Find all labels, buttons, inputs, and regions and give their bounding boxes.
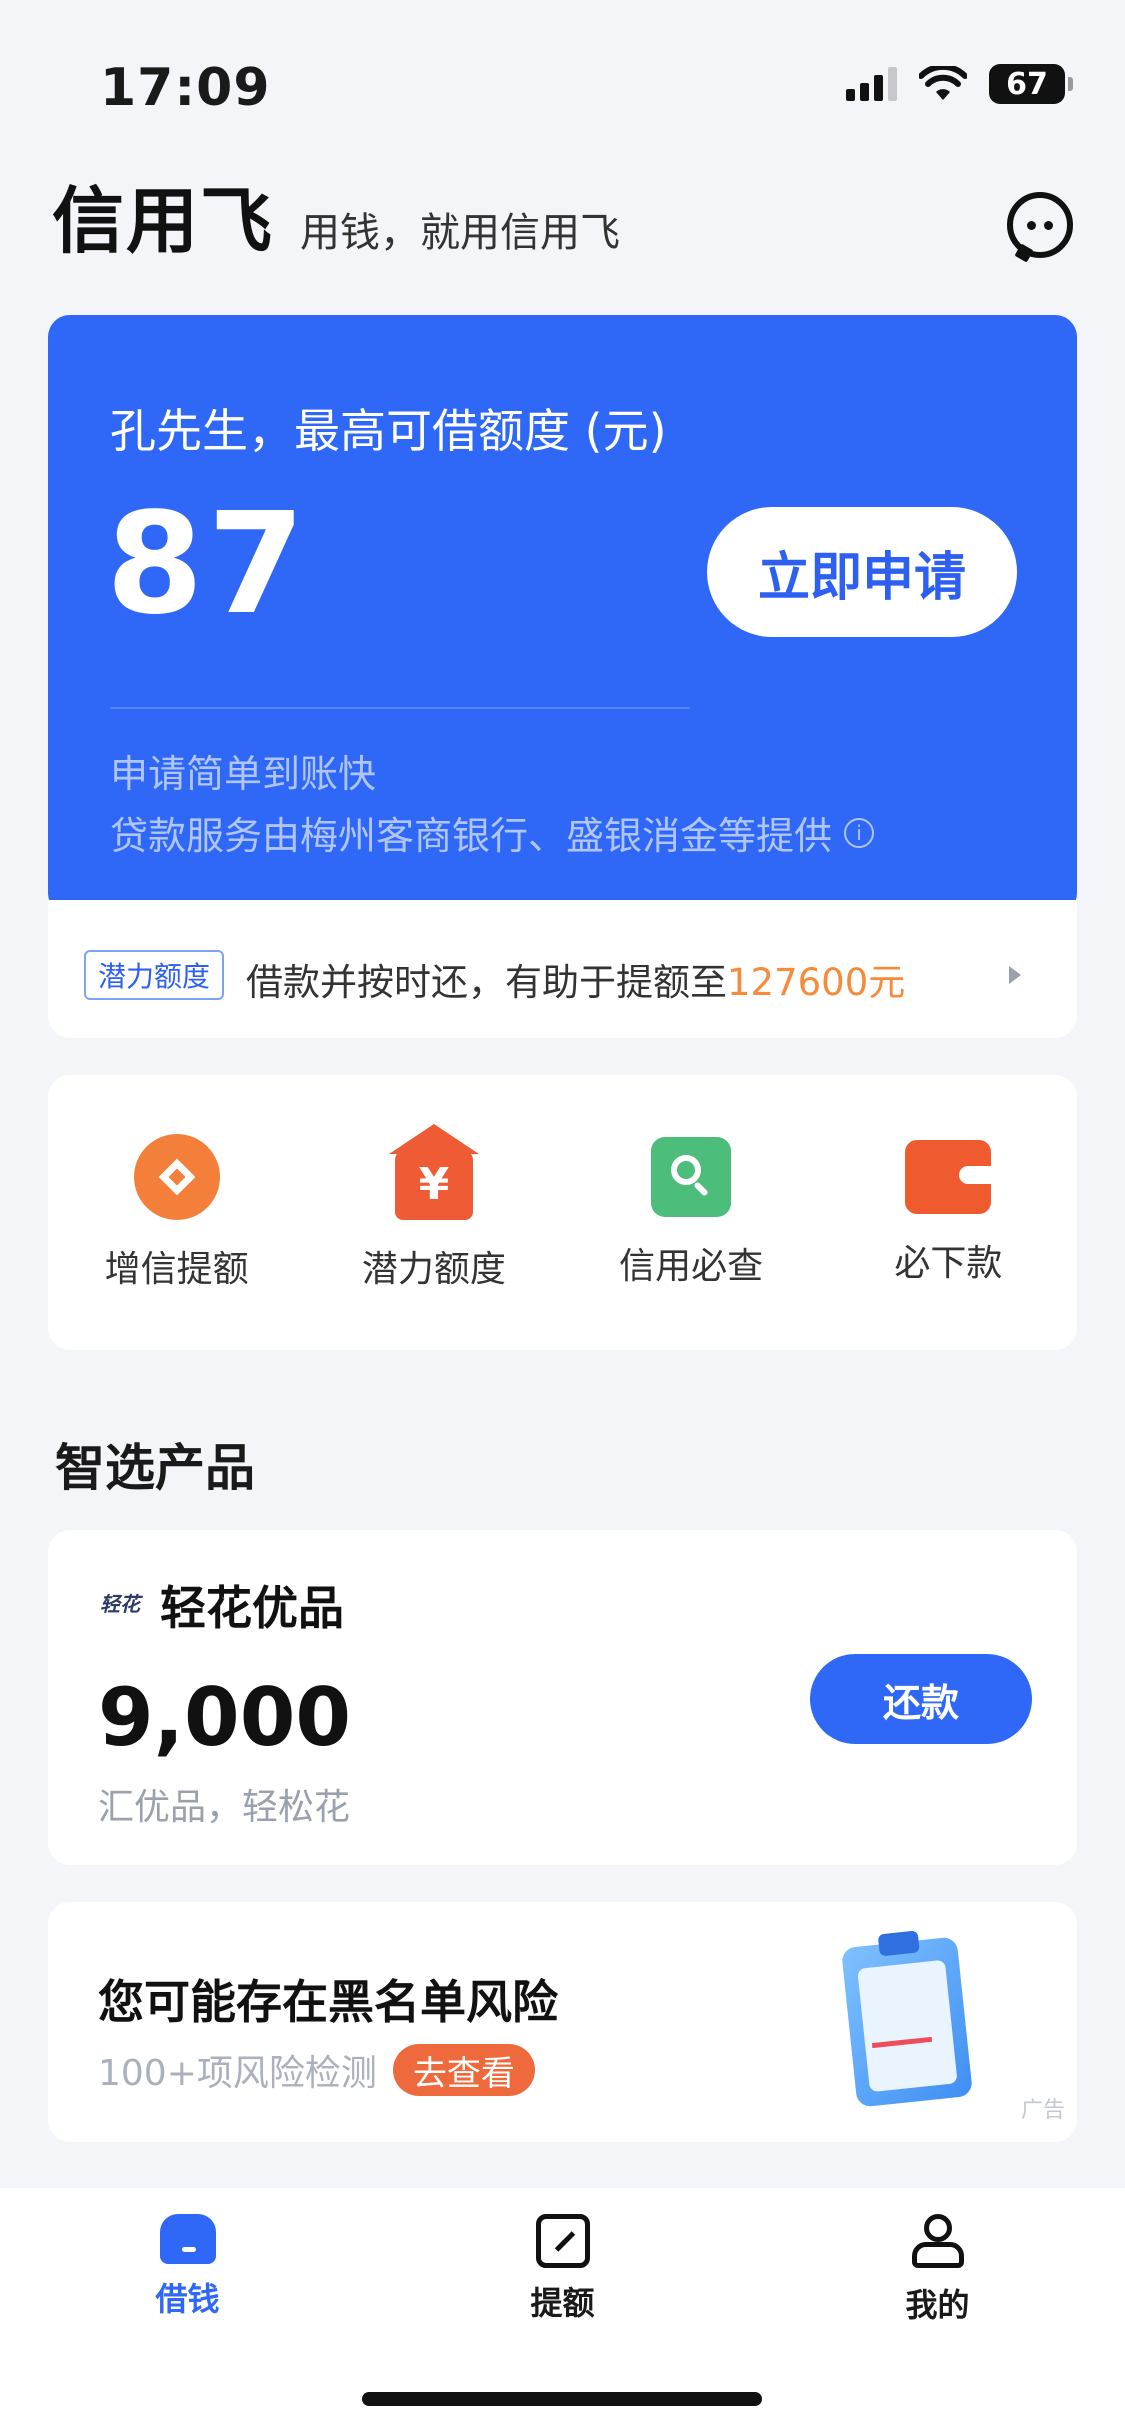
quick-entry-potential-limit[interactable]: ¥ 潜力额度 [334, 1123, 534, 1292]
tab-label: 提额 [530, 2284, 595, 2322]
limit-amount: 87 [106, 483, 309, 646]
app-slogan: 用钱，就用信用飞 [300, 210, 621, 256]
tab-label: 我的 [905, 2286, 970, 2324]
tab-borrow[interactable]: 借钱 [88, 2188, 288, 2436]
quick-entry-credit-boost[interactable]: 增信提额 [77, 1133, 277, 1292]
view-risk-button[interactable]: 去查看 [392, 2044, 535, 2096]
ad-label: 广告 [1020, 2098, 1065, 2123]
credit-limit-card: 孔先生，最高可借额度 (元) 87 立即申请 申请简单到账快 贷款服务由梅州客商… [48, 315, 1077, 915]
potential-limit-desc: 借款并按时还，有助于提额至 [246, 961, 727, 1004]
product-name: 轻花优品 [160, 1581, 344, 1635]
product-logo: 轻花 [100, 1592, 140, 1616]
potential-limit-tag: 潜力额度 [84, 950, 225, 1000]
provider-note-text: 贷款服务由梅州客商银行、盛银消金等提供 [110, 814, 833, 858]
apply-tip: 申请简单到账快 [110, 752, 377, 796]
raise-limit-icon [535, 2214, 590, 2268]
divider [110, 707, 690, 709]
app-logo: 信用飞 [52, 179, 275, 263]
potential-limit-amount: 127600元 [727, 961, 906, 1004]
home-indicator[interactable] [362, 2392, 762, 2406]
product-desc: 汇优品，轻松花 [98, 1787, 351, 1828]
brand-header: 信用飞 用钱，就用信用飞 [52, 185, 620, 257]
coin-icon [133, 1133, 220, 1220]
wallet-icon [905, 1139, 992, 1214]
quick-entry-grid: 增信提额 ¥ 潜力额度 信用必查 必下款 [48, 1075, 1077, 1350]
cellular-signal-icon [846, 67, 897, 101]
provider-note: 贷款服务由梅州客商银行、盛银消金等提供 i [110, 805, 875, 860]
apply-now-button[interactable]: 立即申请 [707, 507, 1017, 637]
quick-entry-label: 信用必查 [619, 1245, 764, 1287]
yuan-house-icon: ¥ [388, 1123, 479, 1220]
borrow-icon [159, 2214, 216, 2264]
customer-service-icon[interactable] [1007, 192, 1073, 258]
repay-button[interactable]: 还款 [810, 1654, 1032, 1744]
search-icon [651, 1136, 732, 1217]
potential-limit-banner[interactable]: 潜力额度 借款并按时还，有助于提额至 127600元 [48, 900, 1077, 1038]
battery-icon: 67 [989, 64, 1073, 104]
tab-label: 借钱 [155, 2280, 220, 2318]
tab-mine[interactable]: 我的 [838, 2188, 1038, 2436]
info-icon[interactable]: i [844, 817, 875, 848]
status-icons: 67 [846, 64, 1073, 104]
quick-entry-credit-check[interactable]: 信用必查 [591, 1136, 791, 1289]
quick-entry-label: 潜力额度 [361, 1248, 506, 1290]
chevron-right-icon [1009, 966, 1021, 984]
status-bar: 17:09 67 [0, 0, 1125, 150]
status-time: 17:09 [100, 58, 271, 118]
section-title: 智选产品 [55, 1439, 255, 1497]
quick-entry-sure-loan[interactable]: 必下款 [848, 1139, 1048, 1286]
quick-entry-label: 增信提额 [104, 1248, 249, 1290]
wifi-icon [919, 66, 967, 100]
user-icon [910, 2214, 966, 2270]
risk-title: 您可能存在黑名单风险 [98, 1975, 558, 2029]
risk-subtitle-text: 100+项风险检测 [98, 2053, 377, 2094]
product-amount: 9,000 [98, 1671, 352, 1764]
limit-title: 孔先生，最高可借额度 (元) [110, 404, 667, 458]
blacklist-risk-ad-card[interactable]: 您可能存在黑名单风险 100+项风险检测 去查看 广告 [48, 1902, 1077, 2142]
potential-limit-text: 借款并按时还，有助于提额至 127600元 [246, 952, 905, 1006]
quick-entry-label: 必下款 [894, 1242, 1003, 1284]
product-card[interactable]: 轻花 轻花优品 9,000 汇优品，轻松花 还款 [48, 1530, 1077, 1865]
risk-subtitle: 100+项风险检测 去查看 [98, 2044, 535, 2096]
